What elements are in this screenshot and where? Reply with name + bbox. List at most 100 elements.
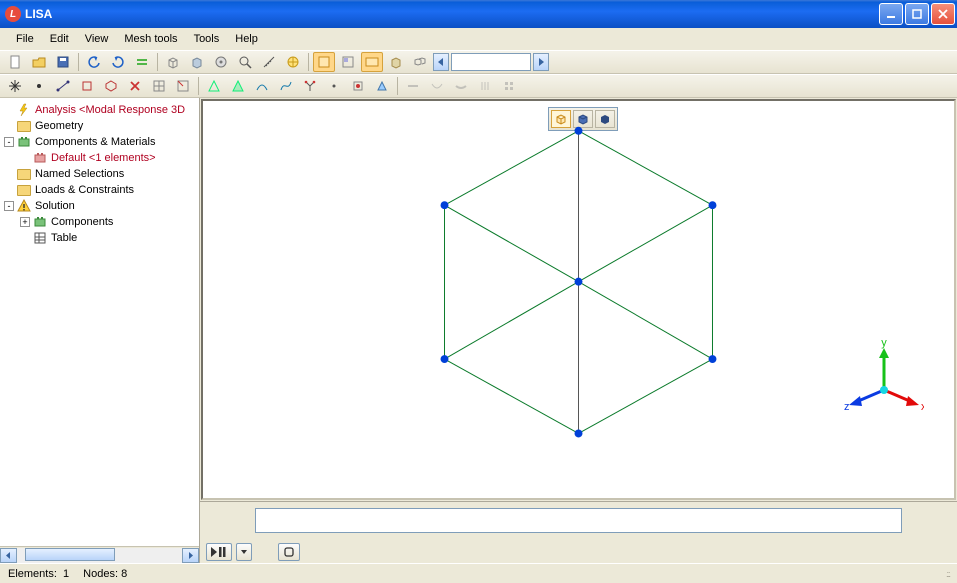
refine-edge-icon[interactable]: [172, 76, 194, 96]
new-file-icon[interactable]: [4, 52, 26, 72]
tree-item[interactable]: -Solution: [2, 198, 197, 214]
menu-tools[interactable]: Tools: [186, 31, 228, 47]
dropdown-toggle-button[interactable]: [236, 543, 252, 561]
fork-icon[interactable]: [299, 76, 321, 96]
hex-element-icon[interactable]: [100, 76, 122, 96]
tree-item-label: Components: [51, 216, 113, 228]
measure-icon[interactable]: [258, 52, 280, 72]
message-input[interactable]: [255, 508, 902, 533]
scroll-thumb[interactable]: [25, 548, 115, 561]
small-triangle-icon[interactable]: [371, 76, 393, 96]
collapse-icon[interactable]: -: [4, 137, 14, 147]
scroll-left-button[interactable]: [433, 53, 449, 71]
tree-item[interactable]: Analysis <Modal Response 3D: [2, 102, 197, 118]
menu-meshtools[interactable]: Mesh tools: [116, 31, 185, 47]
comp-icon: [32, 215, 48, 229]
axis-z-label: z: [844, 401, 850, 413]
close-button[interactable]: [931, 3, 955, 25]
delete-icon[interactable]: [124, 76, 146, 96]
model-tree[interactable]: Analysis <Modal Response 3D Geometry - Comp…: [0, 98, 199, 546]
scroll-left-icon[interactable]: [0, 548, 17, 563]
axis-y-label: y: [881, 338, 887, 349]
solve-icon[interactable]: [131, 52, 153, 72]
tree-hscroll[interactable]: [0, 546, 199, 563]
collapse-icon[interactable]: -: [4, 201, 14, 211]
toolbar-input[interactable]: [451, 53, 531, 71]
select-region-icon[interactable]: [361, 52, 383, 72]
grid-icon[interactable]: [498, 76, 520, 96]
select-face-icon[interactable]: [337, 52, 359, 72]
tree-item[interactable]: Default <1 elements>: [2, 150, 197, 166]
cube-tool-icon[interactable]: [385, 52, 407, 72]
scroll-right-icon[interactable]: [182, 548, 199, 563]
tree-item-label: Geometry: [35, 120, 83, 132]
menu-file[interactable]: File: [8, 31, 42, 47]
arc-under-icon[interactable]: [426, 76, 448, 96]
shallow-arc-icon[interactable]: [450, 76, 472, 96]
menu-help[interactable]: Help: [227, 31, 266, 47]
point-tool-icon[interactable]: [323, 76, 345, 96]
tree-item[interactable]: + Components: [2, 214, 197, 230]
stop-button[interactable]: [278, 543, 300, 561]
arc-icon[interactable]: [251, 76, 273, 96]
mesh-display: [203, 101, 954, 498]
tree-item-label: Analysis <Modal Response 3D: [35, 104, 185, 116]
compass-icon[interactable]: [282, 52, 304, 72]
undo-icon[interactable]: [83, 52, 105, 72]
save-file-icon[interactable]: [52, 52, 74, 72]
multi-cube-icon[interactable]: [409, 52, 431, 72]
resize-grip-icon[interactable]: .: .:.: [946, 569, 949, 579]
tree-item[interactable]: Named Selections: [2, 166, 197, 182]
folder-icon: [16, 167, 32, 181]
comp-icon: [16, 135, 32, 149]
tree-item[interactable]: Geometry: [2, 118, 197, 134]
redo-icon[interactable]: [107, 52, 129, 72]
tree-item[interactable]: Loads & Constraints: [2, 182, 197, 198]
menu-view[interactable]: View: [77, 31, 117, 47]
node-star-icon[interactable]: [4, 76, 26, 96]
target-icon[interactable]: [347, 76, 369, 96]
tree-item-label: Named Selections: [35, 168, 124, 180]
status-nodes: Nodes: 8: [83, 568, 127, 580]
axis-x-label: x: [921, 401, 924, 413]
minimize-button[interactable]: [879, 3, 903, 25]
tree-item-label: Loads & Constraints: [35, 184, 134, 196]
shaded-cube-icon[interactable]: [186, 52, 208, 72]
viewport[interactable]: y x z: [201, 99, 956, 500]
axis-gizmo: y x z: [844, 338, 924, 418]
curve-icon[interactable]: [275, 76, 297, 96]
workspace: Analysis <Modal Response 3D Geometry - Comp…: [0, 98, 957, 563]
bolt-icon: [16, 103, 32, 117]
scroll-track[interactable]: [17, 548, 182, 563]
select-box-icon[interactable]: [313, 52, 335, 72]
table-icon: [32, 231, 48, 245]
open-file-icon[interactable]: [28, 52, 50, 72]
tree-panel: Analysis <Modal Response 3D Geometry - Comp…: [0, 98, 200, 563]
wire-cube-icon[interactable]: [162, 52, 184, 72]
status-bar: Elements: 1 Nodes: 8 .: .:.: [0, 563, 957, 583]
main-view: y x z: [200, 98, 957, 563]
scroll-right-button[interactable]: [533, 53, 549, 71]
tree-item[interactable]: Table: [2, 230, 197, 246]
triangle-fill-icon[interactable]: [227, 76, 249, 96]
play-pause-button[interactable]: [206, 543, 232, 561]
bar-icon[interactable]: [402, 76, 424, 96]
title-bar: L LISA: [0, 0, 957, 28]
line-element-icon[interactable]: [52, 76, 74, 96]
quad-element-icon[interactable]: [76, 76, 98, 96]
disk-icon[interactable]: [210, 52, 232, 72]
expand-icon[interactable]: +: [20, 217, 30, 227]
maximize-button[interactable]: [905, 3, 929, 25]
tree-item-label: Components & Materials: [35, 136, 155, 148]
tree-item[interactable]: - Components & Materials: [2, 134, 197, 150]
node-dot-icon[interactable]: [28, 76, 50, 96]
bars-icon[interactable]: [474, 76, 496, 96]
tree-item-label: Default <1 elements>: [51, 152, 156, 164]
menu-edit[interactable]: Edit: [42, 31, 77, 47]
zoom-icon[interactable]: [234, 52, 256, 72]
menu-bar: File Edit View Mesh tools Tools Help: [0, 28, 957, 50]
folder-icon: [16, 183, 32, 197]
app-title: LISA: [25, 7, 52, 21]
triangle-icon[interactable]: [203, 76, 225, 96]
refine-quad-icon[interactable]: [148, 76, 170, 96]
